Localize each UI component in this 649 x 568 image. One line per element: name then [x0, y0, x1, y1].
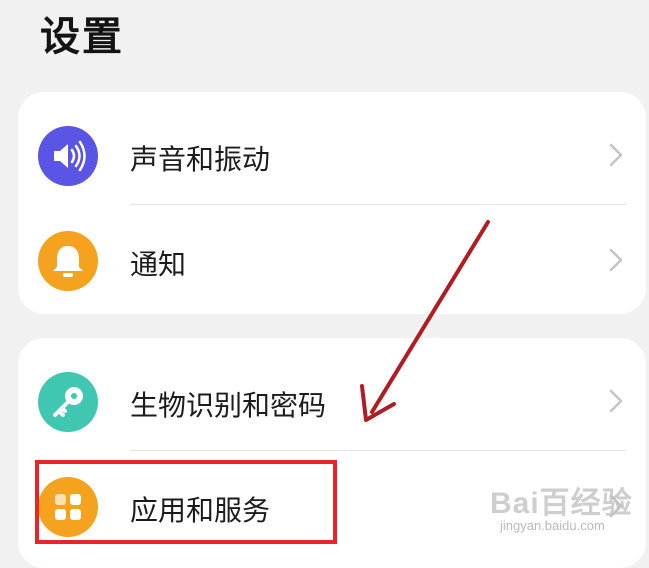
chevron-right-icon: [609, 389, 623, 413]
settings-item-notifications[interactable]: 通知: [18, 205, 646, 311]
apps-grid-icon: [38, 477, 98, 537]
settings-group-1: 声音和振动 通知: [18, 92, 646, 314]
chevron-right-icon: [609, 494, 623, 518]
settings-item-label: 通知: [130, 248, 187, 281]
settings-item-label: 声音和振动: [130, 143, 271, 176]
settings-item-biometrics-password[interactable]: 生物识别和密码: [18, 346, 646, 452]
page-title: 设置: [40, 14, 124, 60]
key-icon: [38, 372, 98, 432]
settings-item-sound-vibration[interactable]: 声音和振动: [18, 100, 646, 206]
speaker-icon: [38, 126, 98, 186]
chevron-right-icon: [609, 143, 623, 167]
settings-group-2: 生物识别和密码 应用和服务: [18, 338, 646, 568]
settings-item-label: 应用和服务: [130, 494, 271, 527]
settings-item-label: 生物识别和密码: [130, 389, 327, 422]
chevron-right-icon: [609, 248, 623, 272]
settings-item-apps-services[interactable]: 应用和服务: [18, 451, 646, 557]
bell-icon: [38, 231, 98, 291]
